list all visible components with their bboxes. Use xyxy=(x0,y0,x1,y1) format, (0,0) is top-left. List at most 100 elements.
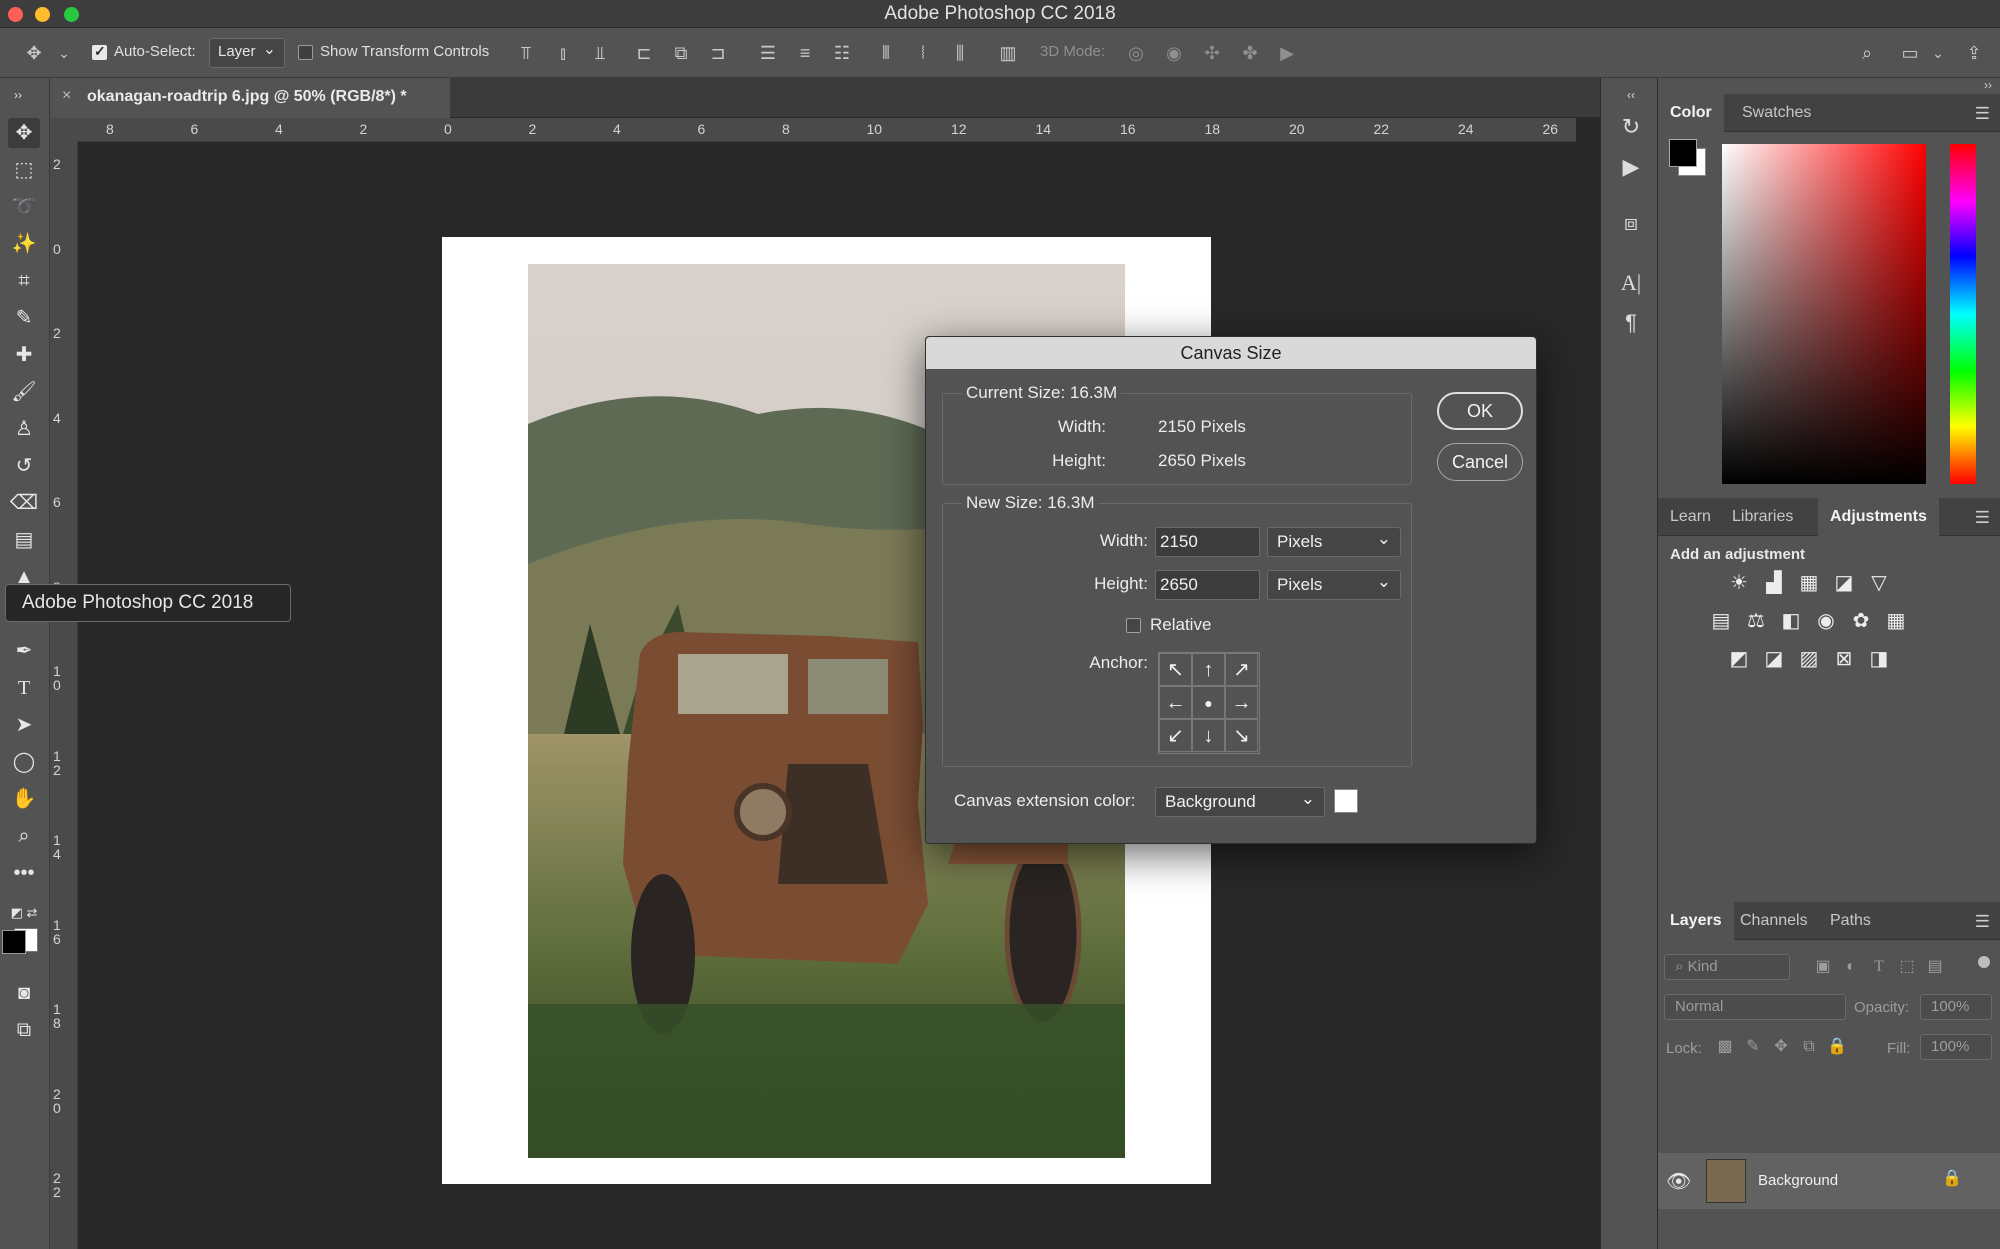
3d-panel-icon[interactable]: ⧈ xyxy=(1616,208,1646,238)
anchor-bottom-arrow-icon[interactable]: ↓ xyxy=(1192,719,1225,752)
actions-panel-icon[interactable]: ▶ xyxy=(1616,152,1646,182)
auto-select-checkbox[interactable] xyxy=(92,43,107,60)
3d-scale-icon[interactable]: ▶ xyxy=(1275,41,1299,65)
lock-all-icon[interactable]: 🔒 xyxy=(1824,1034,1850,1060)
filter-toggle-icon[interactable] xyxy=(1978,956,1990,968)
lock-transparent-icon[interactable]: ▩ xyxy=(1712,1034,1738,1060)
align-horizontal-center-icon[interactable]: ⧉ xyxy=(669,41,693,65)
search-icon[interactable]: ⌕ xyxy=(1855,41,1879,65)
3d-roll-icon[interactable]: ◉ xyxy=(1162,41,1186,65)
anchor-bottom-right-arrow-icon[interactable]: ↘ xyxy=(1225,719,1258,752)
hue-saturation-icon[interactable]: ▤ xyxy=(1708,608,1734,634)
gradient-tool-icon[interactable]: ▤ xyxy=(8,525,40,555)
hue-slider[interactable] xyxy=(1950,144,1976,484)
history-brush-tool-icon[interactable]: ↺ xyxy=(8,451,40,481)
ok-button[interactable]: OK xyxy=(1437,392,1523,430)
align-vertical-center-icon[interactable]: ⫾ xyxy=(551,41,575,65)
more-tools-icon[interactable]: ••• xyxy=(8,858,40,888)
lasso-tool-icon[interactable]: ➰ xyxy=(8,192,40,222)
anchor-top-arrow-icon[interactable]: ↑ xyxy=(1192,653,1225,686)
distribute-top-icon[interactable]: ☰ xyxy=(756,41,780,65)
hand-tool-icon[interactable]: ✋ xyxy=(8,784,40,814)
filter-pixel-icon[interactable]: ▣ xyxy=(1810,954,1836,980)
brush-tool-icon[interactable]: 🖌 xyxy=(8,377,40,407)
document-tab[interactable]: × okanagan-roadtrip 6.jpg @ 50% (RGB/8*)… xyxy=(50,78,450,118)
distribute-vertical-center-icon[interactable]: ≡ xyxy=(793,41,817,65)
fill-field[interactable]: 100% xyxy=(1920,1034,1992,1060)
move-tool-icon[interactable]: ✥ xyxy=(22,41,46,65)
quick-mask-icon[interactable]: ◙ xyxy=(8,978,40,1008)
toolbar-collapse-icon[interactable]: ›› xyxy=(2,80,34,110)
align-bottom-icon[interactable]: ⫫ xyxy=(588,41,612,65)
distribute-right-icon[interactable]: ⫼ xyxy=(948,41,972,65)
tab-learn[interactable]: Learn xyxy=(1658,498,1723,536)
channel-mixer-icon[interactable]: ✿ xyxy=(1848,608,1874,634)
3d-orbit-icon[interactable]: ◎ xyxy=(1124,41,1148,65)
auto-align-layers-icon[interactable]: ▥ xyxy=(996,41,1020,65)
height-input[interactable] xyxy=(1155,570,1260,600)
eyedropper-tool-icon[interactable]: ✎ xyxy=(8,303,40,333)
color-field[interactable] xyxy=(1722,144,1926,484)
extension-color-select[interactable]: Background xyxy=(1155,787,1325,817)
magic-wand-tool-icon[interactable]: ✨ xyxy=(8,229,40,259)
curves-icon[interactable]: ▦ xyxy=(1796,570,1822,596)
filter-type-icon[interactable]: T xyxy=(1866,954,1892,980)
layer-row[interactable]: 👁 Background 🔒 xyxy=(1658,1153,2000,1209)
align-left-icon[interactable]: ⊏ xyxy=(632,41,656,65)
distribute-bottom-icon[interactable]: ☷ xyxy=(830,41,854,65)
tab-layers[interactable]: Layers xyxy=(1658,902,1734,940)
lock-position-icon[interactable]: ✥ xyxy=(1768,1034,1794,1060)
width-input[interactable] xyxy=(1155,527,1260,557)
cancel-button[interactable]: Cancel xyxy=(1437,443,1523,481)
eraser-tool-icon[interactable]: ⌫ xyxy=(8,488,40,518)
anchor-bottom-left-arrow-icon[interactable]: ↙ xyxy=(1159,719,1192,752)
pen-tool-icon[interactable]: ✒ xyxy=(8,636,40,666)
anchor-center-dot-icon[interactable]: ● xyxy=(1192,686,1225,719)
workspace-chevron-icon[interactable]: ⌄ xyxy=(1926,41,1950,65)
opacity-field[interactable]: 100% xyxy=(1920,994,1992,1020)
workspace-icon[interactable]: ▭ xyxy=(1898,41,1922,65)
relative-checkbox[interactable] xyxy=(1126,618,1141,633)
exposure-icon[interactable]: ◪ xyxy=(1831,570,1857,596)
levels-icon[interactable]: ▟ xyxy=(1761,570,1787,596)
tool-preset-chevron-icon[interactable]: ⌄ xyxy=(52,41,76,65)
foreground-color-swatch[interactable] xyxy=(2,930,26,954)
filter-adjustment-icon[interactable]: ◐ xyxy=(1838,954,1864,980)
tab-channels[interactable]: Channels xyxy=(1728,902,1820,940)
anchor-left-arrow-icon[interactable]: ← xyxy=(1159,686,1192,719)
move-tool-icon[interactable]: ✥ xyxy=(8,118,40,148)
vibrance-icon[interactable]: ▽ xyxy=(1866,570,1892,596)
tab-adjustments[interactable]: Adjustments xyxy=(1818,498,1939,536)
close-icon[interactable]: × xyxy=(62,87,71,105)
crop-tool-icon[interactable]: ⌗ xyxy=(8,266,40,296)
align-right-icon[interactable]: ⊐ xyxy=(706,41,730,65)
invert-icon[interactable]: ◩ xyxy=(1726,646,1752,672)
width-unit-select[interactable]: Pixels xyxy=(1267,527,1401,557)
lock-artboard-icon[interactable]: ⧉ xyxy=(1796,1034,1822,1060)
color-panel-foreground-swatch[interactable] xyxy=(1669,139,1697,167)
panels-collapse-icon[interactable]: ›› xyxy=(1984,78,1992,92)
3d-slide-icon[interactable]: ✤ xyxy=(1238,41,1262,65)
color-balance-icon[interactable]: ⚖ xyxy=(1743,608,1769,634)
share-icon[interactable]: ⇪ xyxy=(1962,41,1986,65)
type-tool-icon[interactable]: T xyxy=(8,673,40,703)
ellipse-tool-icon[interactable]: ◯ xyxy=(8,747,40,777)
paragraph-panel-icon[interactable]: ¶ xyxy=(1616,308,1646,338)
distribute-horizontal-center-icon[interactable]: ⦚ xyxy=(911,41,935,65)
blend-mode-select[interactable]: Normal xyxy=(1664,994,1846,1020)
photo-filter-icon[interactable]: ◉ xyxy=(1813,608,1839,634)
dock-collapse-icon[interactable]: ‹‹ xyxy=(1616,80,1646,110)
zoom-tool-icon[interactable]: ⌕ xyxy=(8,821,40,851)
anchor-top-right-arrow-icon[interactable]: ↗ xyxy=(1225,653,1258,686)
clone-stamp-tool-icon[interactable]: ♙ xyxy=(8,414,40,444)
distribute-left-icon[interactable]: ⦀ xyxy=(874,41,898,65)
marquee-tool-icon[interactable]: ⬚ xyxy=(8,155,40,185)
tab-color[interactable]: Color xyxy=(1658,94,1724,132)
character-panel-icon[interactable]: A| xyxy=(1616,268,1646,298)
panel-menu-icon[interactable]: ☰ xyxy=(1975,104,1990,124)
filter-smart-object-icon[interactable]: ▤ xyxy=(1922,954,1948,980)
anchor-right-arrow-icon[interactable]: → xyxy=(1225,686,1258,719)
healing-brush-tool-icon[interactable]: ✚ xyxy=(8,340,40,370)
path-selection-tool-icon[interactable]: ➤ xyxy=(8,710,40,740)
3d-pan-icon[interactable]: ✣ xyxy=(1200,41,1224,65)
